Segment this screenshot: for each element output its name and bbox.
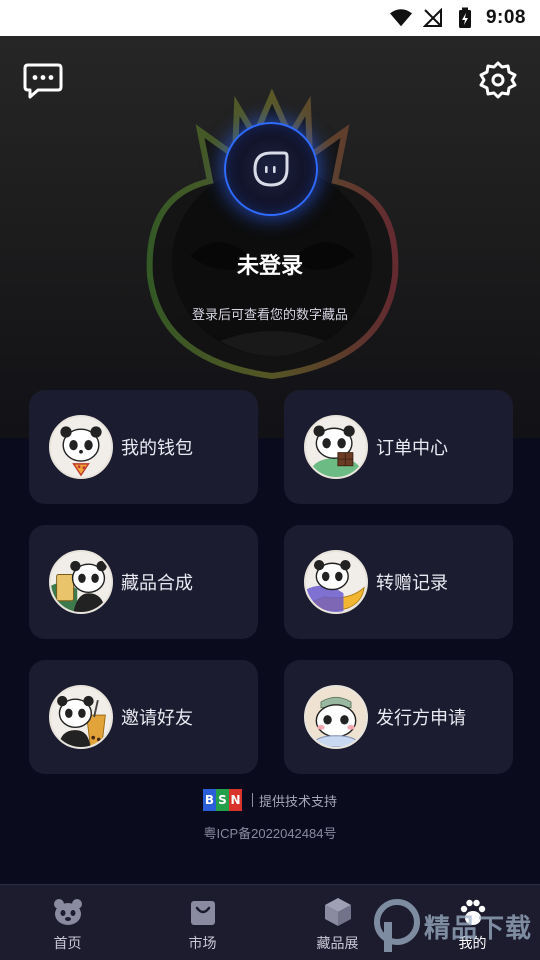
card-issuer-application[interactable]: 发行方申请	[284, 660, 513, 774]
card-label: 订单中心	[376, 438, 448, 458]
nav-label: 市场	[188, 935, 217, 951]
message-button[interactable]	[22, 62, 64, 100]
profile-header: 未登录 登录后可查看您的数字藏品	[0, 36, 540, 438]
card-synthesis[interactable]: 藏品合成	[29, 525, 258, 639]
panda-banana-avatar	[304, 550, 368, 614]
login-hint: 登录后可查看您的数字藏品	[191, 307, 348, 322]
shopping-bag-icon	[188, 897, 218, 927]
tech-support-row: B S N 提供技术支持	[0, 788, 540, 812]
card-label: 邀请好友	[121, 708, 193, 728]
panda-bubbletea-avatar	[49, 685, 113, 749]
card-label: 藏品合成	[121, 573, 193, 593]
card-transfer-records[interactable]: 转赠记录	[284, 525, 513, 639]
icp-record[interactable]: 粤ICP备2022042484号	[0, 823, 540, 842]
status-time: 9:08	[485, 7, 526, 28]
bsn-letter: N	[228, 789, 242, 811]
status-bar: 9:08	[0, 0, 540, 36]
nav-label: 首页	[53, 935, 82, 951]
bsn-logo: B S N	[202, 789, 242, 811]
panda-drink-avatar	[49, 550, 113, 614]
settings-icon	[479, 61, 517, 99]
panda-cap-avatar	[304, 685, 368, 749]
card-orders[interactable]: 订单中心	[284, 390, 513, 504]
card-invite-friends[interactable]: 邀请好友	[29, 660, 258, 774]
wifi-icon	[389, 7, 412, 29]
nav-home[interactable]: 首页	[0, 885, 135, 960]
no-signal-icon	[422, 7, 444, 29]
nav-label: 我的	[458, 935, 487, 951]
nav-label: 藏品展	[316, 935, 359, 951]
cube-icon	[323, 897, 353, 927]
card-label: 我的钱包	[121, 438, 193, 458]
battery-charging-icon	[454, 7, 476, 29]
login-avatar[interactable]	[224, 122, 318, 216]
bear-face-icon	[53, 897, 83, 927]
panda-chocolate-avatar	[304, 415, 368, 479]
avatar-icon	[253, 151, 289, 187]
settings-button[interactable]	[478, 60, 518, 100]
card-label: 发行方申请	[376, 708, 466, 728]
card-label: 转赠记录	[376, 573, 448, 593]
bsn-letter: B	[202, 789, 216, 811]
paw-icon	[458, 897, 488, 927]
bottom-nav: 首页 市场 藏品展 我的	[0, 884, 540, 960]
nav-collection-exhibit[interactable]: 藏品展	[270, 885, 405, 960]
divider	[251, 793, 253, 807]
support-text: 提供技术支持	[258, 793, 337, 809]
card-wallet[interactable]: 我的钱包	[29, 390, 258, 504]
login-status-title[interactable]: 未登录	[0, 248, 540, 280]
nav-mine[interactable]: 我的	[405, 885, 540, 960]
panda-pizza-avatar	[49, 415, 113, 479]
nav-market[interactable]: 市场	[135, 885, 270, 960]
bsn-letter: S	[215, 789, 229, 811]
